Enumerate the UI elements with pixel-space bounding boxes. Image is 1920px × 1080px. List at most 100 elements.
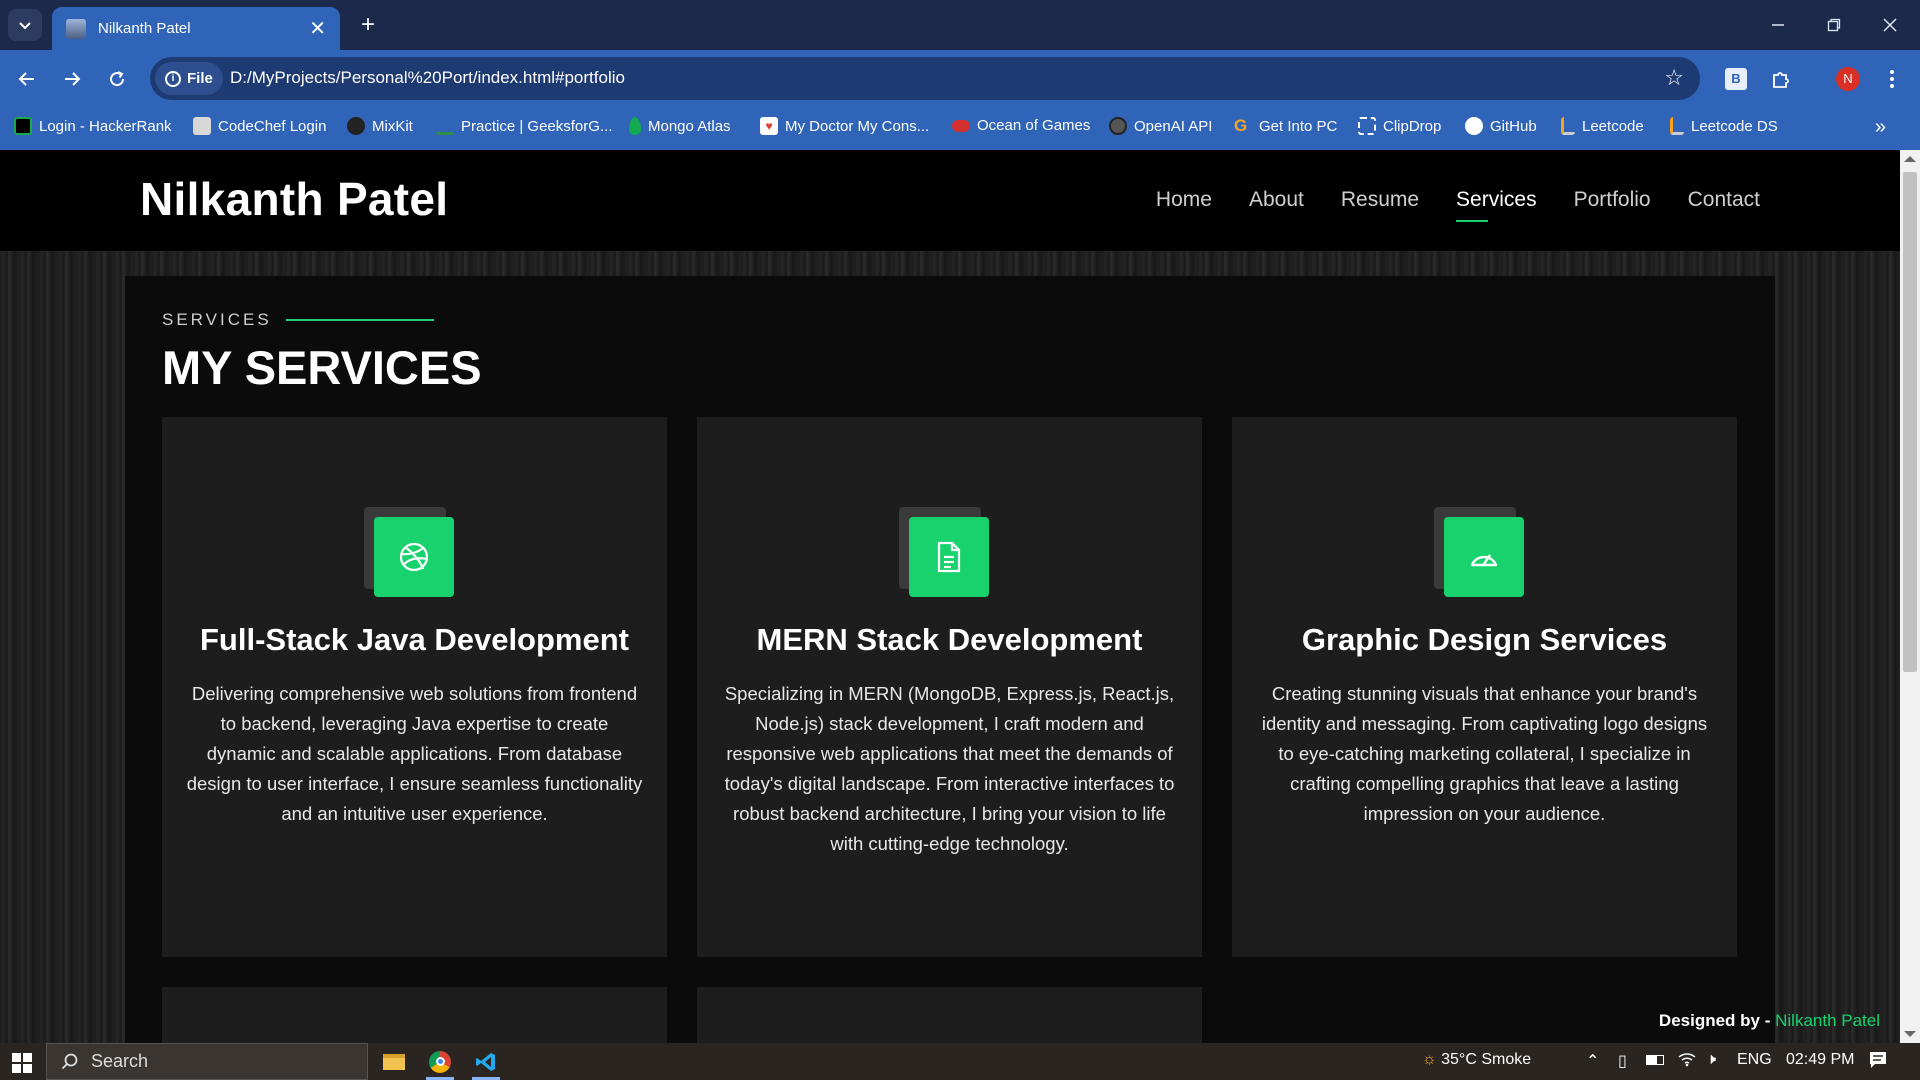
speaker-muted-icon[interactable]: 🕨︎: [1706, 1051, 1716, 1069]
close-window-icon[interactable]: [1862, 0, 1918, 50]
credit-name[interactable]: Nilkanth Patel: [1775, 1011, 1880, 1030]
bookmark-hackerrank[interactable]: Login - HackerRank: [14, 117, 172, 135]
service-card-mern: MERN Stack Development Specializing in M…: [697, 417, 1202, 957]
language-indicator[interactable]: ENG: [1737, 1051, 1772, 1069]
profile-button[interactable]: N: [1834, 65, 1862, 93]
bookmark-ocean-of-games[interactable]: Ocean of Games: [952, 117, 1090, 134]
scroll-up-icon[interactable]: [1904, 156, 1916, 162]
service-icon-box: [1434, 507, 1524, 597]
forward-button[interactable]: [55, 63, 89, 95]
vscode-icon[interactable]: [464, 1043, 508, 1080]
bookmark-label: Leetcode DS: [1691, 117, 1778, 135]
nav-services[interactable]: Services: [1456, 188, 1537, 222]
section-label: SERVICES: [162, 310, 434, 330]
notifications-icon[interactable]: [1868, 1051, 1888, 1074]
wifi-icon[interactable]: [1678, 1051, 1696, 1072]
github-icon: [1465, 117, 1483, 135]
bookmark-openai-api[interactable]: OpenAI API: [1109, 117, 1212, 135]
service-icon-box: [364, 507, 454, 597]
service-card-java: Full-Stack Java Development Delivering c…: [162, 417, 667, 957]
getintopc-icon: G: [1234, 116, 1248, 135]
section-title: MY SERVICES: [162, 341, 482, 394]
taskbar-search-label: Search: [91, 1051, 149, 1071]
chrome-icon[interactable]: [418, 1043, 462, 1080]
site-logo[interactable]: Nilkanth Patel: [140, 172, 448, 226]
service-icon-box: [899, 507, 989, 597]
clock[interactable]: 02:49 PM: [1786, 1051, 1854, 1069]
restore-icon[interactable]: [1806, 0, 1862, 50]
codechef-icon: [193, 117, 211, 135]
bookmark-codechef[interactable]: CodeChef Login: [193, 117, 326, 135]
show-hidden-icons-icon[interactable]: ⌃: [1586, 1051, 1599, 1071]
site-nav: Home About Resume Services Portfolio Con…: [1156, 188, 1760, 222]
extensions-puzzle-icon[interactable]: [1767, 65, 1795, 93]
bookmark-label: Login - HackerRank: [39, 117, 172, 135]
bookmark-label: Mongo Atlas: [648, 117, 731, 135]
service-title: Full-Stack Java Development: [200, 622, 629, 657]
bookmark-star-icon[interactable]: ☆: [1664, 65, 1684, 91]
tab-active[interactable]: Nilkanth Patel ✕: [52, 7, 340, 50]
bookmark-label: Practice | GeeksforG...: [461, 117, 613, 135]
page-viewport: Nilkanth Patel Home About Resume Service…: [0, 150, 1900, 1043]
bookmark-label: GitHub: [1490, 117, 1537, 135]
close-tab-icon[interactable]: ✕: [309, 16, 326, 41]
bookmark-leetcode-ds[interactable]: Leetcode DS: [1670, 117, 1778, 135]
tab-favicon-icon: [66, 18, 86, 39]
dribbble-icon: [399, 542, 429, 572]
service-card-row2-2: [697, 987, 1202, 1043]
geeksforgeeks-icon: [436, 117, 454, 135]
bookmark-label: My Doctor My Cons...: [785, 117, 930, 135]
site-info-chip[interactable]: i File: [155, 62, 223, 95]
clipdrop-icon: [1358, 117, 1376, 135]
minimize-icon[interactable]: [1750, 0, 1806, 50]
section-label-text: SERVICES: [162, 310, 272, 329]
bookmark-my-doctor[interactable]: ♥ My Doctor My Cons...: [760, 117, 929, 135]
nav-resume[interactable]: Resume: [1341, 188, 1419, 212]
browser-menu-icon[interactable]: [1878, 65, 1906, 93]
windows-start-icon[interactable]: [12, 1053, 32, 1073]
page-scrollbar[interactable]: [1900, 150, 1920, 1043]
reload-button[interactable]: [100, 63, 134, 95]
reload-icon: [110, 71, 125, 87]
tab-search-button[interactable]: [8, 9, 42, 41]
taskbar-search[interactable]: Search: [46, 1043, 368, 1080]
bookmark-leetcode[interactable]: Leetcode: [1561, 117, 1644, 135]
document-icon: [937, 541, 961, 573]
service-description: Specializing in MERN (MongoDB, Express.j…: [724, 683, 1175, 854]
nav-portfolio[interactable]: Portfolio: [1574, 188, 1651, 212]
bookmarks-bar: Login - HackerRank CodeChef Login MixKit…: [0, 108, 1920, 150]
weather-widget[interactable]: ☼ 35°C Smoke: [1422, 1051, 1531, 1069]
bookmark-clipdrop[interactable]: ClipDrop: [1358, 117, 1441, 135]
file-explorer-icon[interactable]: [372, 1043, 416, 1080]
address-bar[interactable]: i File D:/MyProjects/Personal%20Port/ind…: [150, 57, 1700, 100]
service-title: Graphic Design Services: [1301, 622, 1668, 657]
tab-title: Nilkanth Patel: [98, 20, 191, 37]
nav-contact[interactable]: Contact: [1688, 188, 1760, 212]
bookmarks-overflow-icon[interactable]: »: [1875, 116, 1886, 139]
bookmark-label: Ocean of Games: [977, 117, 1091, 134]
bookmark-github[interactable]: GitHub: [1465, 117, 1537, 135]
url-text[interactable]: D:/MyProjects/Personal%20Port/index.html…: [230, 68, 625, 88]
nav-about[interactable]: About: [1249, 188, 1304, 212]
service-card-graphic: Graphic Design Services Creating stunnin…: [1232, 417, 1737, 957]
battery-icon[interactable]: [1646, 1051, 1664, 1069]
bookmark-geeksforgeeks[interactable]: Practice | GeeksforG...: [436, 117, 612, 135]
service-description: Delivering comprehensive web solutions f…: [186, 683, 643, 824]
bookmark-mongo-atlas[interactable]: Mongo Atlas: [629, 117, 731, 135]
bookmark-label: Leetcode: [1582, 117, 1644, 135]
openai-icon: [1109, 117, 1127, 135]
leetcode-icon: [1561, 117, 1575, 135]
scrollbar-thumb[interactable]: [1903, 172, 1917, 672]
bookmark-get-into-pc[interactable]: G Get Into PC: [1234, 117, 1337, 135]
scroll-down-icon[interactable]: [1904, 1031, 1916, 1037]
bookmark-label: Get Into PC: [1259, 117, 1338, 135]
bookmark-label: OpenAI API: [1134, 117, 1213, 135]
extension-button[interactable]: B: [1722, 65, 1750, 93]
back-button[interactable]: [10, 63, 44, 95]
device-icon[interactable]: ▯: [1618, 1051, 1627, 1071]
tab-strip: Nilkanth Patel ✕ +: [0, 0, 1920, 50]
nav-home[interactable]: Home: [1156, 188, 1212, 212]
mixkit-icon: [347, 117, 365, 135]
bookmark-mixkit[interactable]: MixKit: [347, 117, 413, 135]
new-tab-button[interactable]: +: [352, 9, 384, 41]
